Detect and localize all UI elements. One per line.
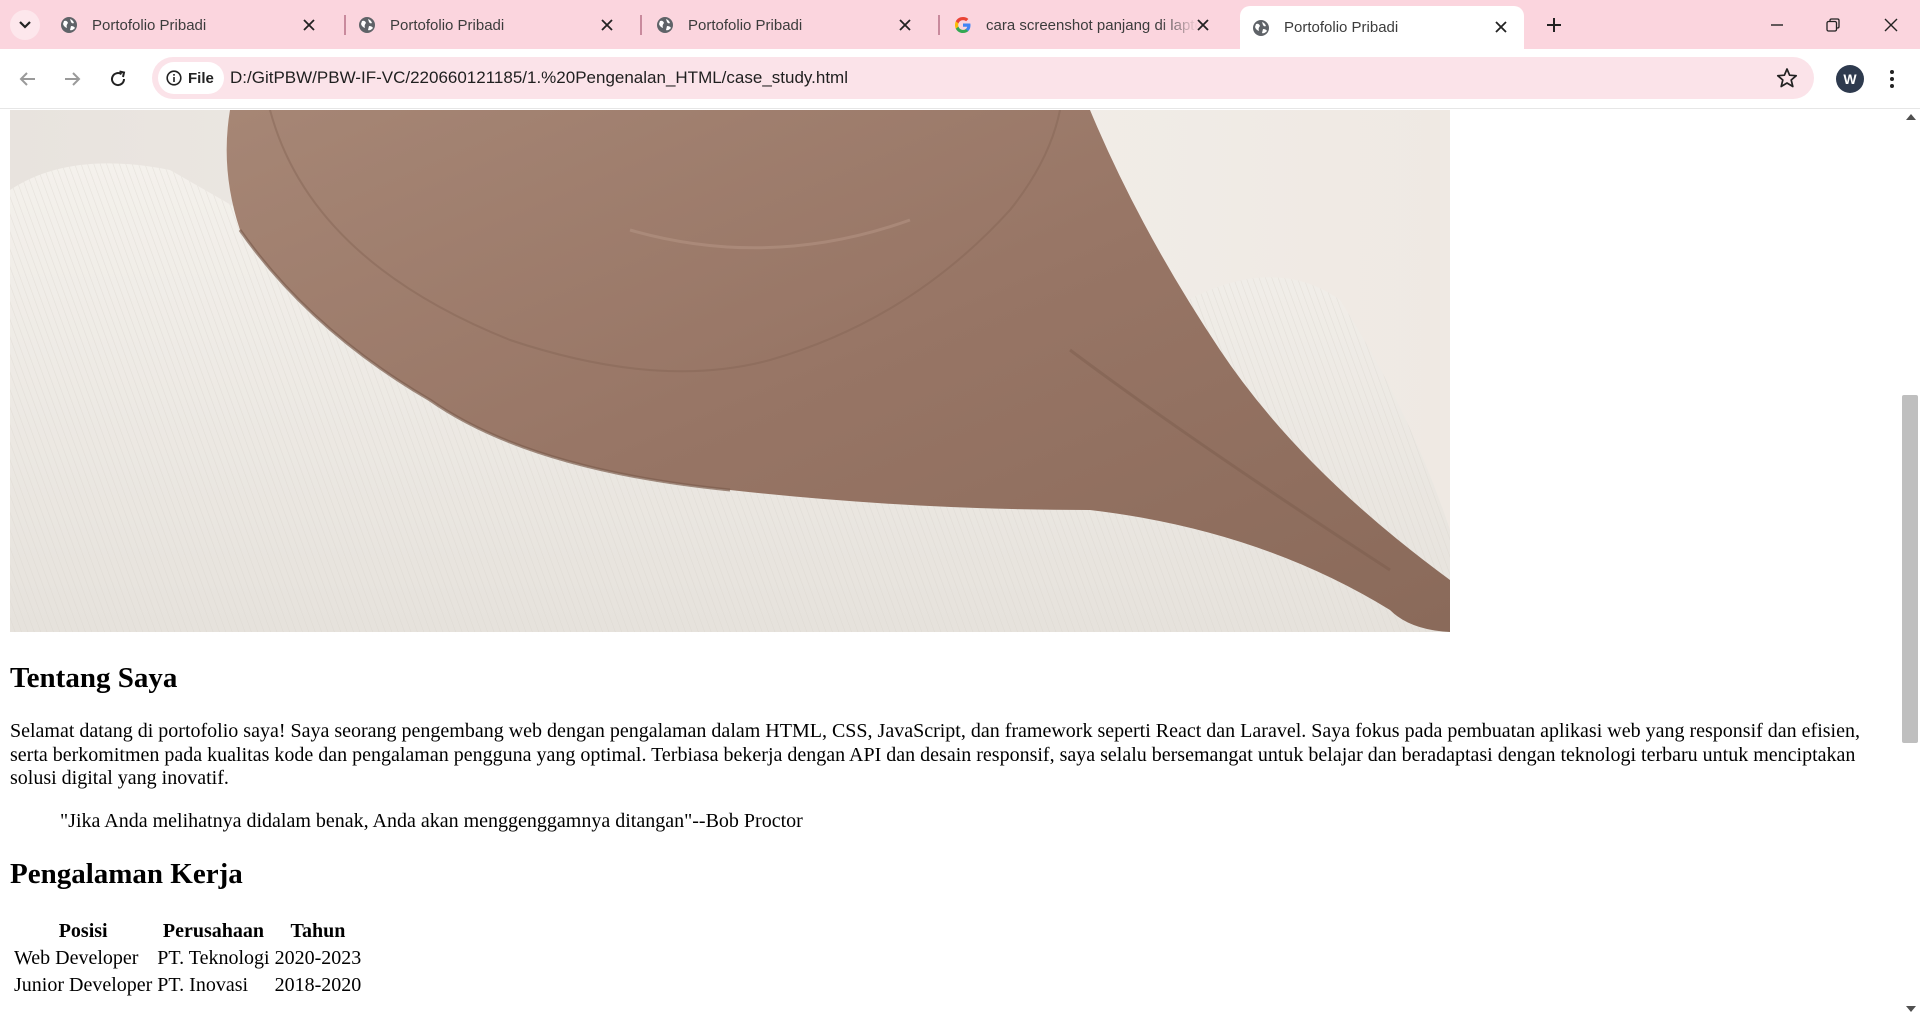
close-icon[interactable] — [300, 16, 318, 34]
chevron-down-icon — [19, 21, 31, 29]
reload-button[interactable] — [104, 65, 132, 93]
globe-icon — [657, 17, 673, 33]
minimize-icon — [1771, 24, 1783, 26]
table-cell: PT. Inovasi — [157, 974, 249, 996]
site-info-chip[interactable]: File — [158, 62, 224, 94]
reload-icon — [111, 70, 126, 87]
url-text[interactable]: D:/GitPBW/PBW-IF-VC/220660121185/1.%20Pe… — [230, 68, 848, 88]
tab-title: Portofolio Pribadi — [1284, 19, 1399, 36]
table-cell: Web Developer — [14, 947, 139, 969]
close-window-button[interactable] — [1876, 10, 1906, 40]
profile-avatar[interactable]: W — [1836, 65, 1864, 93]
info-icon — [166, 70, 182, 86]
close-icon[interactable] — [896, 16, 914, 34]
experience-heading: Pengalaman Kerja — [10, 858, 243, 890]
column-header-tahun: Tahun — [290, 920, 346, 942]
close-icon[interactable] — [1194, 16, 1212, 34]
scroll-up-arrow-icon[interactable] — [1906, 114, 1916, 120]
globe-icon — [359, 17, 375, 33]
tab-title: Portofolio Pribadi — [688, 16, 803, 34]
globe-icon — [1253, 19, 1269, 36]
restore-icon — [1826, 18, 1840, 32]
scheme-label: File — [188, 69, 214, 87]
close-icon — [1884, 18, 1898, 32]
restore-button[interactable] — [1818, 10, 1848, 40]
vertical-scrollbar[interactable] — [1900, 110, 1920, 1020]
close-icon[interactable] — [1492, 18, 1510, 36]
tab-google-search[interactable]: cara screenshot panjang di laptop — [942, 7, 1226, 43]
table-row: Web Developer PT. Teknologi 2020-2023 — [13, 947, 362, 970]
column-header-posisi: Posisi — [58, 920, 108, 942]
page-viewport: Tentang Saya Selamat datang di portofoli… — [0, 110, 1900, 1020]
table-cell: 2018-2020 — [274, 974, 362, 996]
tab-title: Portofolio Pribadi — [92, 16, 207, 34]
bookmark-star-icon[interactable] — [1776, 67, 1798, 89]
quote-text: "Jika Anda melihatnya didalam benak, And… — [60, 810, 803, 832]
about-heading: Tentang Saya — [10, 662, 178, 694]
arrow-left-icon — [19, 72, 35, 86]
tab-portfolio-3[interactable]: Portofolio Pribadi — [644, 7, 928, 43]
tab-separator — [938, 15, 940, 35]
tab-title: Portofolio Pribadi — [390, 16, 505, 34]
tab-portfolio-2[interactable]: Portofolio Pribadi — [346, 7, 630, 43]
new-tab-button[interactable] — [1542, 13, 1566, 37]
arrow-right-icon — [65, 72, 81, 86]
globe-icon — [61, 17, 77, 33]
google-icon — [955, 17, 971, 33]
scrollbar-thumb[interactable] — [1902, 395, 1918, 743]
tab-search-button[interactable] — [10, 10, 40, 40]
scroll-down-arrow-icon[interactable] — [1906, 1006, 1916, 1012]
column-header-perusahaan: Perusahaan — [162, 920, 265, 942]
menu-button[interactable] — [1880, 65, 1904, 93]
tab-strip: Portofolio Pribadi Portofolio Pribadi Po… — [0, 0, 1920, 49]
table-cell: Junior Developer — [14, 974, 153, 996]
tab-title: cara screenshot panjang di laptop — [986, 16, 1198, 34]
close-icon[interactable] — [598, 16, 616, 34]
experience-table: Posisi Perusahaan Tahun Web Developer PT… — [10, 916, 365, 1001]
plus-icon — [1547, 18, 1561, 32]
more-vert-icon — [1890, 70, 1894, 88]
about-paragraph: Selamat datang di portofolio saya! Saya … — [10, 720, 1860, 789]
table-cell: PT. Teknologi — [157, 947, 270, 969]
table-row: Junior Developer PT. Inovasi 2018-2020 — [13, 974, 362, 997]
back-button[interactable] — [14, 65, 42, 93]
profile-photo — [10, 110, 1450, 632]
table-cell: 2020-2023 — [274, 947, 362, 969]
browser-toolbar: File D:/GitPBW/PBW-IF-VC/220660121185/1.… — [0, 49, 1920, 109]
tab-separator — [640, 15, 642, 35]
address-bar[interactable]: File D:/GitPBW/PBW-IF-VC/220660121185/1.… — [152, 57, 1814, 99]
forward-button[interactable] — [58, 65, 86, 93]
minimize-button[interactable] — [1762, 10, 1792, 40]
table-header-row: Posisi Perusahaan Tahun — [13, 920, 362, 943]
tab-portfolio-1[interactable]: Portofolio Pribadi — [48, 7, 332, 43]
tab-portfolio-active[interactable]: Portofolio Pribadi — [1240, 6, 1524, 49]
